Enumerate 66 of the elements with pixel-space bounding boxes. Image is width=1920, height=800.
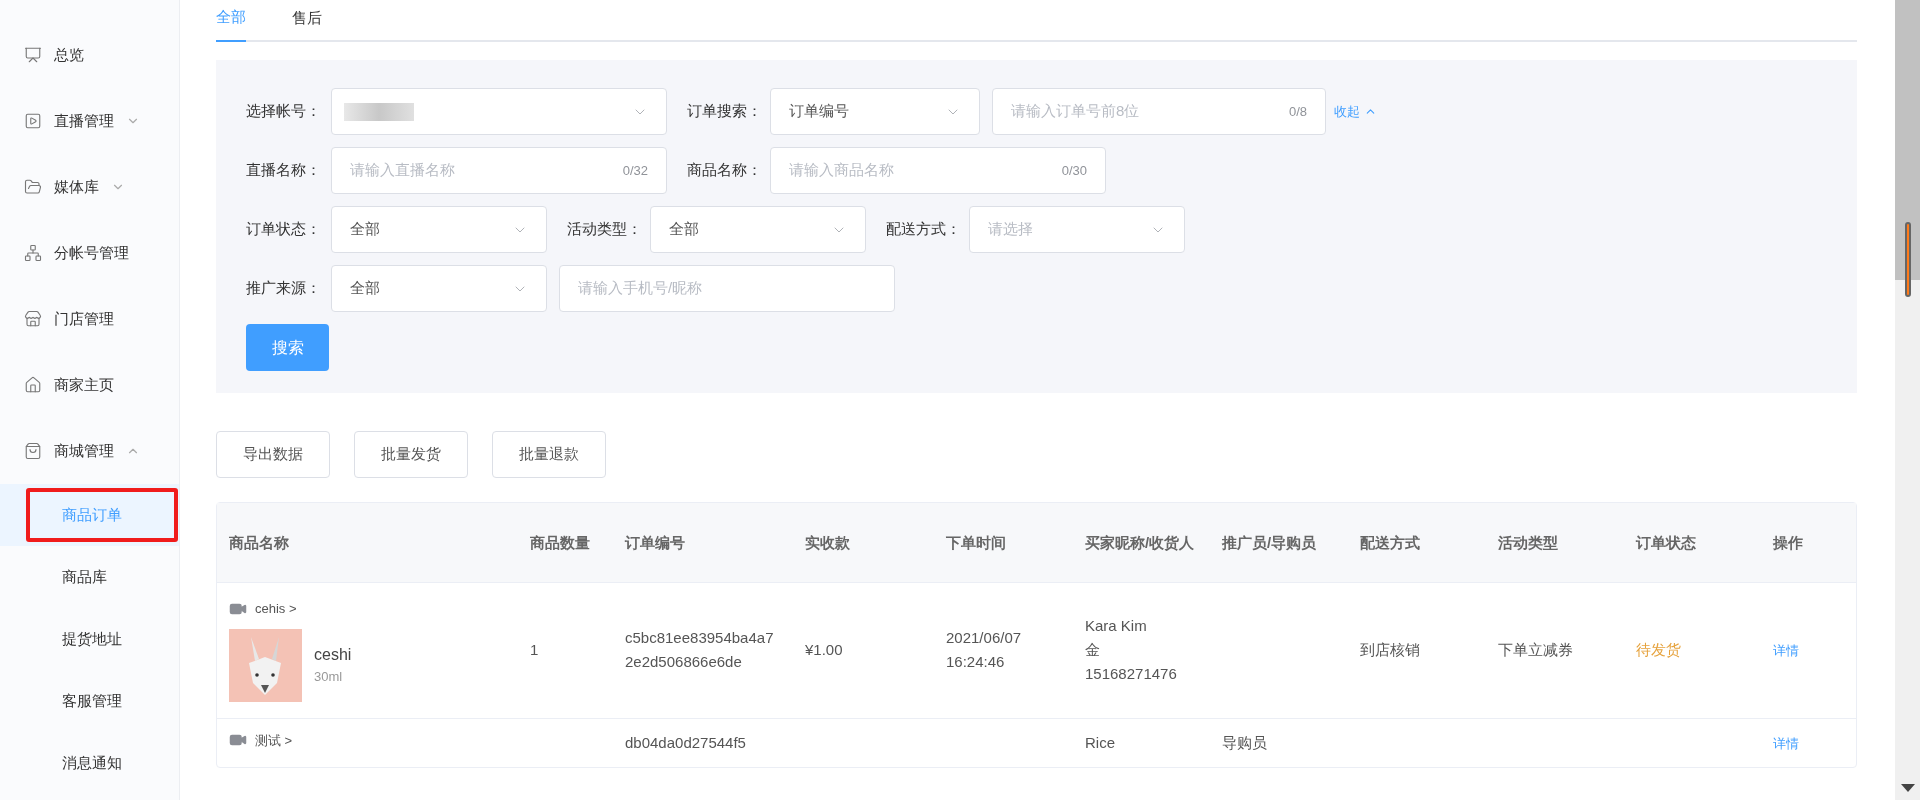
activity-text: 下单立减券	[1498, 641, 1573, 659]
sidebar-subitem[interactable]: 客服管理	[26, 674, 178, 728]
select-field[interactable]: 订单编号	[770, 88, 980, 135]
field-label: 活动类型：	[567, 219, 642, 240]
order-time: 2021/06/07 16:24:46	[946, 628, 1023, 673]
sidebar-item[interactable]: 商家主页	[0, 352, 179, 418]
order-status: 待发货	[1636, 641, 1681, 659]
field-label: 直播名称：	[246, 160, 322, 181]
action-button[interactable]: 导出数据	[216, 431, 330, 478]
select-field[interactable]: 全部	[331, 206, 547, 253]
char-counter: 0/8	[1288, 102, 1307, 121]
column-header: 操作	[1773, 532, 1804, 553]
shop-icon	[24, 310, 42, 328]
column-header: 订单状态	[1636, 532, 1697, 553]
live-link[interactable]: cehis >	[255, 599, 297, 619]
hierarchy-icon	[24, 244, 42, 262]
sidebar-item[interactable]: 分帐号管理	[0, 220, 179, 286]
quantity-text: 1	[530, 641, 539, 659]
sidebar-item[interactable]: 商城管理	[0, 418, 179, 484]
buyer-info: Kara Kim 金 15168271476	[1085, 616, 1178, 685]
field-label: 订单状态：	[246, 219, 322, 240]
sidebar-subitem[interactable]: 消息通知	[26, 736, 178, 790]
chart-board-icon	[24, 46, 42, 64]
bag-icon	[24, 442, 42, 460]
column-header: 订单编号	[625, 532, 686, 553]
action-button[interactable]: 批量退款	[492, 431, 606, 478]
column-header: 下单时间	[946, 532, 1007, 553]
home-icon	[24, 376, 42, 394]
scroll-marker-icon	[1905, 222, 1911, 297]
column-header: 配送方式	[1360, 532, 1421, 553]
promoter-text: 导购员	[1222, 733, 1267, 751]
select-field[interactable]: 全部	[650, 206, 866, 253]
product-name: ceshi	[314, 645, 352, 666]
action-button[interactable]: 批量发货	[354, 431, 468, 478]
play-screen-icon	[24, 112, 42, 130]
field-label: 配送方式：	[886, 219, 961, 240]
column-header: 商品名称	[229, 532, 290, 553]
sidebar-item[interactable]: 直播管理	[0, 88, 179, 154]
delivery-text: 到店核销	[1360, 641, 1420, 659]
field-label: 推广来源：	[246, 278, 322, 299]
column-header: 实收款	[805, 532, 851, 553]
select-field[interactable]: 全部	[331, 265, 547, 312]
field-label: 商品名称：	[687, 160, 762, 181]
sidebar-item[interactable]: 总览	[0, 22, 179, 88]
char-counter: 0/32	[622, 161, 648, 180]
char-counter: 0/30	[1061, 161, 1087, 180]
field-label: 选择帐号：	[246, 101, 322, 122]
order-number: c5bc81ee83954ba4a72e2d506866e6de	[625, 628, 775, 673]
buyer-info: Rice	[1085, 732, 1116, 753]
folder-icon	[24, 178, 42, 196]
scroll-down-icon	[1900, 784, 1915, 792]
sidebar-item[interactable]: 媒体库	[0, 154, 179, 220]
field-label: 订单搜索：	[687, 101, 762, 122]
column-header: 商品数量	[530, 532, 591, 553]
sidebar-item[interactable]: 门店管理	[0, 286, 179, 352]
product-spec: 30ml	[314, 668, 344, 687]
column-header: 买家昵称/收货人	[1085, 532, 1196, 553]
sidebar-subitem[interactable]: 提货地址	[26, 612, 178, 666]
column-header: 活动类型	[1498, 532, 1559, 553]
tab[interactable]: 售后	[292, 0, 322, 42]
order-number: db04da0d27544f5	[625, 732, 747, 753]
live-link[interactable]: 测试 >	[255, 730, 293, 750]
amount-text: ¥1.00	[805, 641, 843, 659]
sidebar-subitem[interactable]: 商品库	[26, 550, 178, 604]
select-field[interactable]	[331, 88, 667, 135]
column-header: 推广员/导购员	[1222, 532, 1318, 553]
